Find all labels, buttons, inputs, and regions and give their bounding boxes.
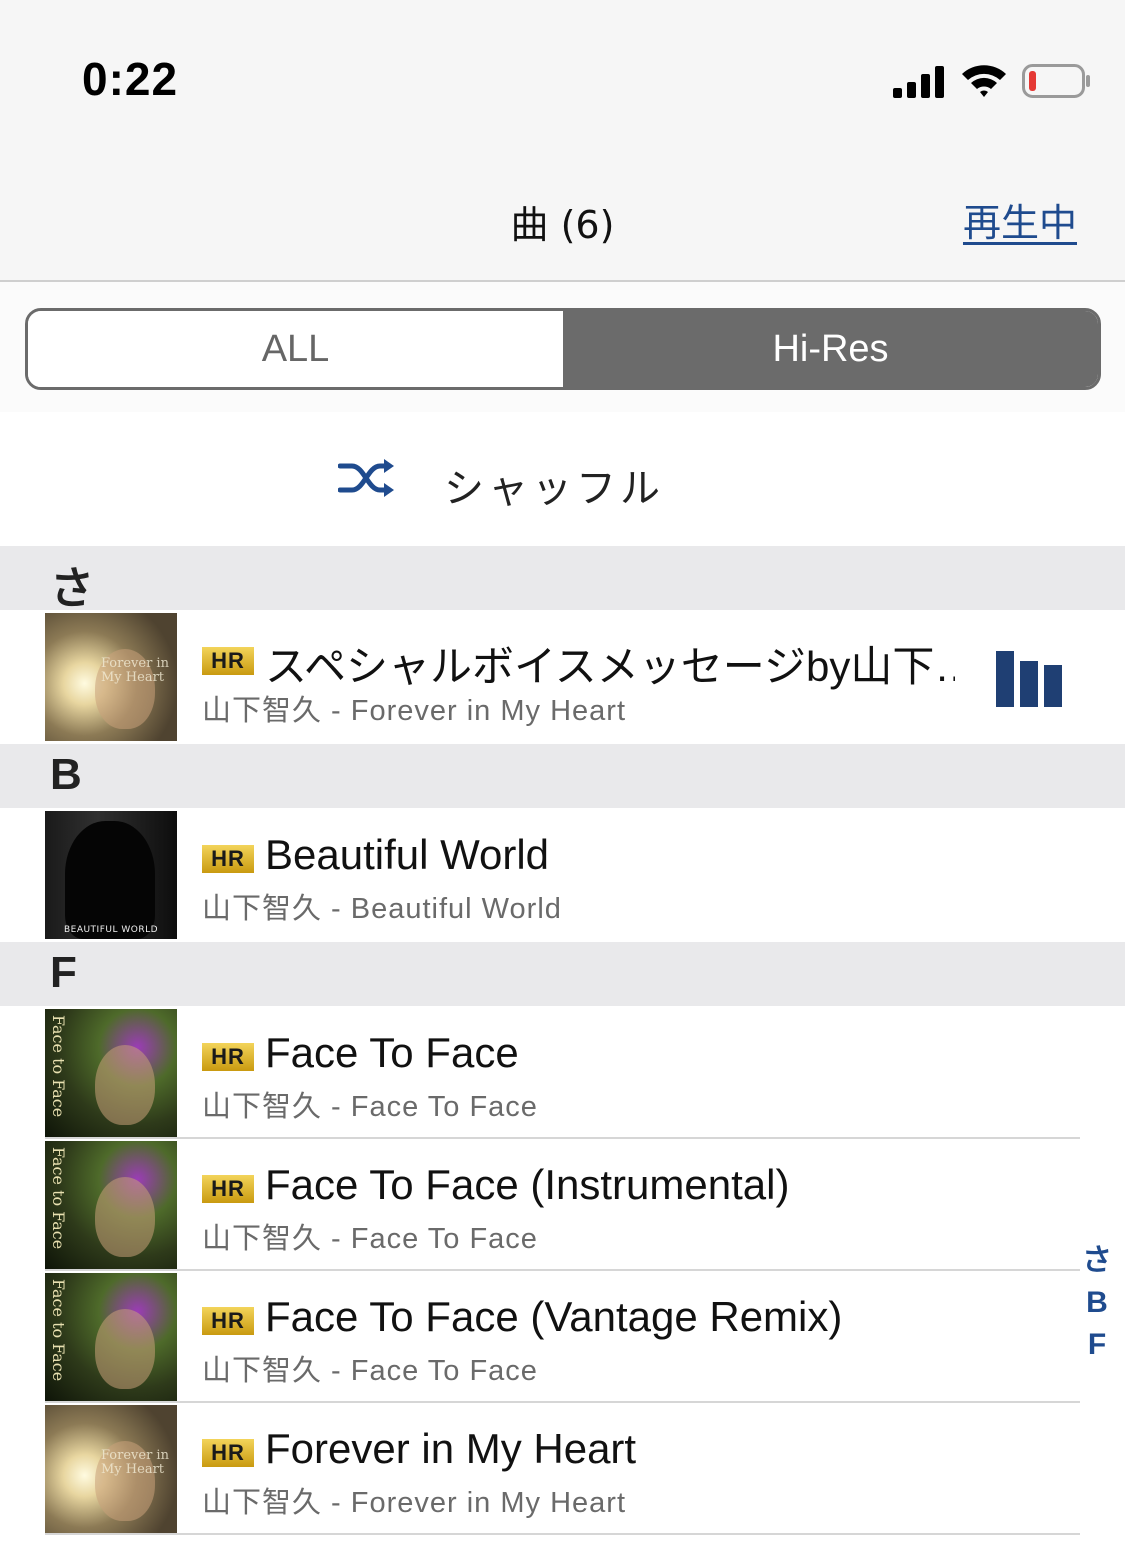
album-art: Forever in My Heart [45, 1405, 177, 1533]
track-subtitle: 山下智久 - Beautiful World [202, 893, 562, 925]
hr-badge: HR [202, 647, 254, 675]
section-letter: F [50, 948, 77, 997]
now-playing-equalizer-icon [996, 651, 1062, 707]
shuffle-button[interactable]: シャッフル [0, 412, 1125, 546]
track-title: Face To Face (Instrumental) [265, 1161, 790, 1208]
hr-badge: HR [202, 845, 254, 873]
album-art-text: BEAUTIFUL WORLD [63, 925, 159, 935]
track-row[interactable]: Forever in My Heart HR Forever in My Hea… [0, 1403, 1125, 1535]
segment-area: ALL Hi-Res [0, 282, 1125, 412]
track-row[interactable]: Forever in My Heart HR スペシャルボイスメッセージby山下… [0, 611, 1125, 743]
hr-badge: HR [202, 1043, 254, 1071]
battery-icon [1022, 64, 1090, 98]
signal-icon [893, 66, 944, 98]
album-art: Face to Face [45, 1273, 177, 1401]
track-row[interactable]: BEAUTIFUL WORLD HR Beautiful World 山下智久 … [0, 809, 1125, 941]
section-index-bar[interactable]: さ B F [1079, 1240, 1115, 1366]
shuffle-icon [338, 459, 394, 497]
album-art: Face to Face [45, 1141, 177, 1269]
album-art: BEAUTIFUL WORLD [45, 811, 177, 939]
album-art: Face to Face [45, 1009, 177, 1137]
album-art: Forever in My Heart [45, 613, 177, 741]
segment-all-button[interactable]: ALL [28, 311, 563, 387]
section-header-f: F [0, 942, 1125, 1006]
now-playing-link[interactable]: 再生中 [963, 192, 1077, 247]
track-title: Forever in My Heart [265, 1425, 637, 1472]
index-item-b[interactable]: B [1079, 1282, 1115, 1324]
track-row[interactable]: Face to Face HR Face To Face (Instrument… [0, 1139, 1125, 1271]
section-header-b: B [0, 744, 1125, 808]
hr-badge: HR [202, 1307, 254, 1335]
segment-hires-button[interactable]: Hi-Res [563, 311, 1098, 387]
album-art-text: Face to Face [49, 1147, 68, 1250]
section-header-sa: さ [0, 546, 1125, 613]
track-title: スペシャルボイスメッセージby山下… [265, 643, 955, 690]
page-title: 曲 (6) [510, 203, 615, 247]
hr-badge: HR [202, 1439, 254, 1467]
track-title: Face To Face [265, 1029, 519, 1076]
index-item-sa[interactable]: さ [1079, 1240, 1115, 1282]
album-art-text: Forever in My Heart [101, 1448, 169, 1477]
track-subtitle: 山下智久 - Face To Face [202, 1223, 538, 1255]
row-divider [45, 1533, 1080, 1535]
status-time: 0:22 [82, 53, 179, 105]
album-art-text: Face to Face [49, 1279, 68, 1382]
album-art-text: Face to Face [49, 1015, 68, 1118]
album-art-text: Forever in My Heart [101, 656, 169, 685]
track-row[interactable]: Face to Face HR Face To Face (Vantage Re… [0, 1271, 1125, 1403]
track-subtitle: 山下智久 - Forever in My Heart [202, 695, 626, 727]
track-title: Face To Face (Vantage Remix) [265, 1293, 843, 1340]
track-subtitle: 山下智久 - Forever in My Heart [202, 1487, 626, 1519]
wifi-icon [962, 65, 1006, 97]
track-subtitle: 山下智久 - Face To Face [202, 1355, 538, 1387]
nav-bar: 曲 (6) 再生中 [0, 160, 1125, 282]
shuffle-label: シャッフル [444, 466, 664, 512]
section-letter: B [50, 750, 82, 799]
track-subtitle: 山下智久 - Face To Face [202, 1091, 538, 1123]
filter-segmented-control: ALL Hi-Res [25, 308, 1101, 390]
hr-badge: HR [202, 1175, 254, 1203]
status-bar: 0:22 [0, 0, 1125, 160]
section-letter: さ [50, 564, 94, 613]
track-row[interactable]: Face to Face HR Face To Face 山下智久 - Face… [0, 1007, 1125, 1139]
track-title: Beautiful World [265, 831, 550, 878]
index-item-f[interactable]: F [1079, 1324, 1115, 1366]
